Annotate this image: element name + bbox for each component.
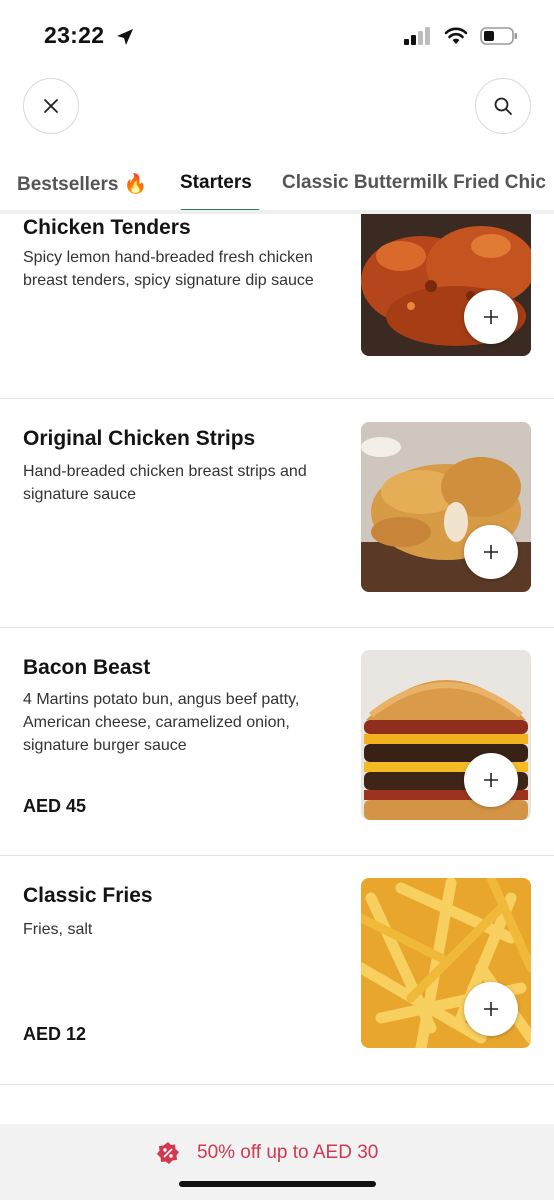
promo-banner[interactable]: 50% off up to AED 30 <box>0 1124 554 1200</box>
item-price: AED 45 <box>23 796 87 816</box>
item-title: Bacon Beast <box>23 656 151 679</box>
plus-icon <box>484 773 498 787</box>
tab-starters[interactable]: Starters <box>180 172 252 194</box>
add-to-cart-button[interactable] <box>464 290 518 344</box>
search-button[interactable] <box>475 78 531 134</box>
item-description: Hand-breaded chicken breast strips and s… <box>23 463 307 503</box>
item-description: Fries, salt <box>23 921 93 938</box>
item-description: Spicy lemon hand-breaded fresh chicken b… <box>23 249 314 289</box>
discount-badge-icon <box>157 1142 179 1164</box>
plus-icon <box>484 1002 498 1016</box>
menu-item-original-chicken-strips[interactable]: Original Chicken Strips Hand-breaded chi… <box>0 399 554 628</box>
menu-item-chicken-tenders[interactable]: Chicken Tenders Spicy lemon hand-breaded… <box>0 214 554 399</box>
category-tabs: Bestsellers 🔥 Starters Classic Buttermil… <box>0 160 554 214</box>
home-indicator <box>179 1181 376 1187</box>
status-indicators <box>404 26 518 46</box>
plus-icon <box>484 310 498 324</box>
tab-label: Bestsellers <box>17 174 119 195</box>
battery-icon <box>480 27 517 45</box>
active-tab-indicator <box>180 209 260 210</box>
location-arrow-icon <box>117 29 133 45</box>
tab-label: Classic Buttermilk Fried Chic <box>282 172 546 193</box>
add-to-cart-button[interactable] <box>464 982 518 1036</box>
item-description: 4 Martins potato bun, angus beef patty, … <box>23 691 300 754</box>
signal-icon <box>404 27 430 45</box>
wifi-icon <box>444 27 468 44</box>
close-icon <box>44 99 58 113</box>
item-title: Classic Fries <box>23 884 153 907</box>
tab-label: Starters <box>180 172 252 193</box>
plus-icon <box>484 545 498 559</box>
tab-bestsellers[interactable]: Bestsellers 🔥 <box>17 172 147 196</box>
add-to-cart-button[interactable] <box>464 753 518 807</box>
add-to-cart-button[interactable] <box>464 525 518 579</box>
status-bar: 23:22 <box>0 0 554 70</box>
search-icon <box>494 97 512 115</box>
item-title: Chicken Tenders <box>23 216 191 239</box>
fire-emoji: 🔥 <box>123 174 148 195</box>
menu-item-bacon-beast[interactable]: Bacon Beast 4 Martins potato bun, angus … <box>0 628 554 856</box>
item-title: Original Chicken Strips <box>23 427 256 450</box>
tab-classic-buttermilk-fried-chicken[interactable]: Classic Buttermilk Fried Chic <box>282 172 546 194</box>
menu-item-classic-fries[interactable]: Classic Fries Fries, salt AED 12 <box>0 856 554 1085</box>
status-time: 23:22 <box>44 22 105 48</box>
close-button[interactable] <box>23 78 79 134</box>
menu-list: Chicken Tenders Spicy lemon hand-breaded… <box>0 214 554 1096</box>
promo-text: 50% off up to AED 30 <box>197 1142 379 1163</box>
item-price: AED 12 <box>23 1024 87 1044</box>
